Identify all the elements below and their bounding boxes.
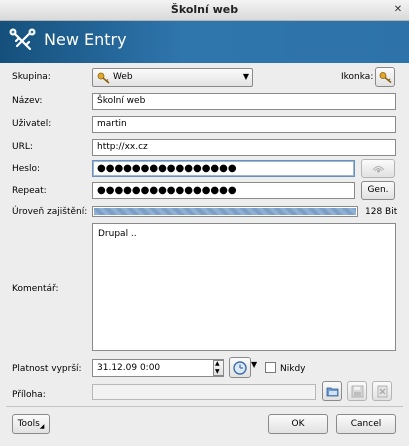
clock-icon (233, 361, 247, 375)
repeat-password-input[interactable]: ●●●●●●●●●●●●●●●● (92, 182, 355, 199)
delete-attachment-button[interactable] (372, 381, 392, 401)
tools-button[interactable]: Tools◢ (12, 414, 50, 434)
quality-label: Úroveň zajištění: (12, 207, 88, 217)
key-icon (97, 72, 110, 84)
repeat-label: Repeat: (12, 186, 47, 196)
spin-down-icon[interactable]: ▼ (215, 368, 220, 375)
expires-input[interactable]: 31.12.09 0:00 (92, 359, 224, 377)
spin-up-icon[interactable]: ▲ (215, 360, 220, 367)
delete-icon (377, 385, 388, 398)
title-input[interactable]: Školní web (92, 93, 396, 110)
cancel-button[interactable]: Cancel (336, 414, 396, 434)
close-window-icon[interactable]: ✕ (392, 4, 404, 16)
expires-spinner[interactable]: ▲ ▼ (213, 360, 224, 376)
group-label: Skupina: (12, 72, 51, 82)
choose-icon-button[interactable] (375, 67, 395, 87)
folder-open-icon (326, 387, 339, 397)
chevron-down-icon: ▼ (242, 72, 249, 81)
keys-icon (9, 28, 36, 51)
chevron-down-icon: ◢ (39, 423, 45, 430)
password-label: Heslo: (12, 164, 41, 174)
expires-label: Platnost vyprší: (12, 364, 82, 374)
eye-icon (372, 166, 385, 173)
password-quality-bar (92, 206, 358, 217)
user-label: Uživatel: (12, 119, 52, 129)
password-quality-fill (94, 208, 356, 215)
attachment-input[interactable] (92, 384, 316, 400)
open-attachment-button[interactable] (322, 381, 342, 401)
reveal-password-button[interactable] (361, 159, 395, 178)
comment-textarea[interactable]: Drupal .. (92, 223, 396, 351)
never-expires-checkbox[interactable] (265, 362, 276, 373)
title-label: Název: (12, 96, 43, 106)
window-title: Školní web (170, 3, 239, 16)
footer-separator (6, 406, 403, 407)
group-value: Web (113, 72, 133, 82)
url-input[interactable]: http://xx.cz (92, 139, 396, 156)
ok-button[interactable]: OK (268, 414, 328, 434)
icon-label: Ikonka: (341, 72, 374, 82)
attachment-label: Příloha: (12, 390, 46, 400)
save-attachment-button[interactable] (347, 381, 367, 401)
banner-title: New Entry (44, 30, 127, 49)
expiry-dropdown-icon[interactable]: ▼ (251, 360, 257, 369)
user-input[interactable]: martin (92, 116, 396, 133)
quality-value: 128 Bit (365, 207, 398, 217)
tools-button-label: Tools (17, 419, 40, 429)
never-expires-label: Nikdy (280, 364, 306, 374)
key-icon (379, 72, 392, 84)
comment-label: Komentář: (12, 284, 59, 294)
url-label: URL: (12, 142, 33, 152)
password-input[interactable]: ●●●●●●●●●●●●●●●● (92, 160, 355, 177)
group-select[interactable]: Web ▼ (92, 68, 253, 87)
floppy-icon (351, 385, 364, 398)
generate-password-button[interactable]: Gen. (361, 181, 395, 200)
expiry-preset-button[interactable] (229, 357, 251, 378)
